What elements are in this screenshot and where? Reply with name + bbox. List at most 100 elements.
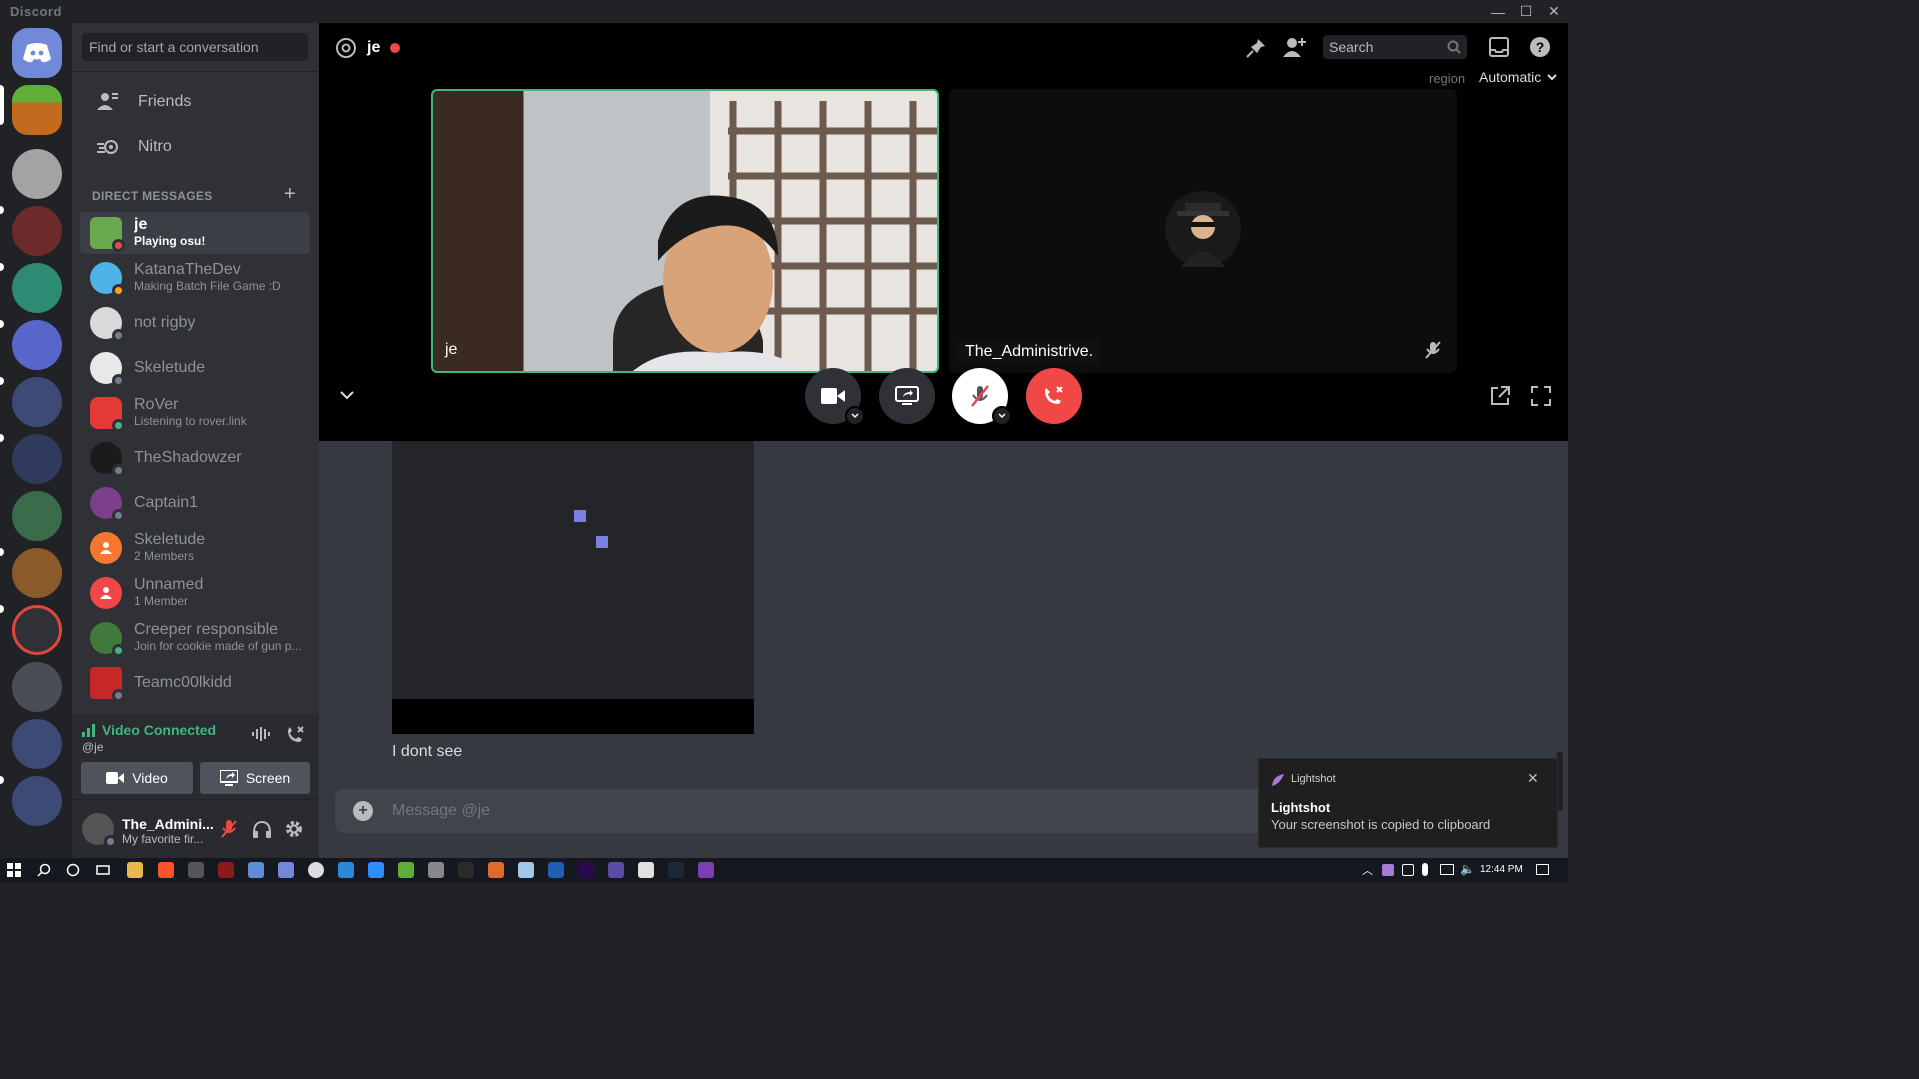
inbox-icon[interactable] bbox=[1489, 37, 1509, 62]
app-icon[interactable] bbox=[218, 862, 234, 878]
minimize-button[interactable]: — bbox=[1484, 0, 1512, 23]
close-window-button[interactable]: ✕ bbox=[1540, 0, 1568, 23]
server-minecraft[interactable] bbox=[12, 85, 62, 135]
disconnect-icon[interactable] bbox=[285, 726, 305, 749]
app-icon[interactable] bbox=[308, 862, 324, 878]
video-button[interactable]: Video bbox=[81, 762, 193, 794]
screen-share-icon bbox=[219, 770, 238, 786]
action-center-icon[interactable] bbox=[1536, 864, 1549, 875]
server-folder-2[interactable] bbox=[12, 434, 62, 484]
app-icon[interactable] bbox=[608, 862, 624, 878]
create-dm-button[interactable]: + bbox=[284, 183, 296, 206]
pin-icon[interactable] bbox=[1245, 37, 1267, 64]
video-tile-je[interactable]: je bbox=[431, 89, 939, 373]
dm-item[interactable]: Skeletude bbox=[80, 347, 310, 389]
clock[interactable]: 12:44 PM bbox=[1480, 864, 1523, 875]
app-icon[interactable] bbox=[488, 862, 504, 878]
conversation-search-input[interactable]: Find or start a conversation bbox=[82, 33, 308, 61]
voice-status-label: Video Connected bbox=[102, 722, 217, 738]
image-attachment[interactable] bbox=[392, 441, 754, 734]
toggle-mute-button[interactable] bbox=[952, 368, 1012, 426]
message-input[interactable]: Message @je bbox=[392, 802, 490, 820]
server-grey[interactable] bbox=[12, 149, 62, 199]
app-icon[interactable] bbox=[698, 862, 714, 878]
toast-close-icon[interactable]: ✕ bbox=[1527, 770, 1539, 787]
server-green[interactable] bbox=[12, 491, 62, 541]
brave-browser-icon[interactable] bbox=[158, 862, 174, 878]
chevron-down-icon[interactable] bbox=[992, 406, 1012, 426]
server-dark[interactable] bbox=[12, 662, 62, 712]
video-tile-administrive[interactable]: The_Administrive. bbox=[949, 89, 1457, 373]
steam-icon[interactable] bbox=[668, 862, 684, 878]
zoom-icon[interactable] bbox=[368, 862, 384, 878]
hang-up-button[interactable] bbox=[1026, 368, 1082, 424]
premiere-icon[interactable] bbox=[578, 862, 594, 878]
dm-item[interactable]: TheShadowzer bbox=[80, 437, 310, 479]
region-select[interactable]: Automatic bbox=[1479, 69, 1557, 85]
windows-start-icon[interactable] bbox=[7, 863, 21, 877]
help-icon[interactable]: ? bbox=[1529, 36, 1551, 63]
discord-taskbar-icon[interactable] bbox=[278, 862, 294, 878]
add-friend-icon[interactable] bbox=[1283, 36, 1307, 63]
tray-chevron-icon[interactable]: ︿ bbox=[1362, 862, 1373, 878]
group-icon bbox=[100, 587, 112, 599]
user-avatar[interactable] bbox=[82, 813, 117, 848]
server-folder-3[interactable] bbox=[12, 719, 62, 769]
screen-share-button[interactable]: Screen bbox=[200, 762, 310, 794]
collapse-chevron-icon[interactable] bbox=[339, 387, 355, 405]
dm-item[interactable]: Creeper responsible Join for cookie made … bbox=[80, 617, 310, 659]
mute-mic-icon[interactable] bbox=[220, 819, 238, 844]
noise-suppression-icon[interactable] bbox=[252, 726, 270, 747]
file-explorer-icon[interactable] bbox=[127, 862, 143, 878]
server-rail bbox=[0, 23, 72, 858]
task-view-icon[interactable] bbox=[96, 863, 110, 877]
server-red-target[interactable] bbox=[12, 605, 62, 655]
app-icon[interactable] bbox=[428, 862, 444, 878]
toggle-camera-button[interactable] bbox=[805, 368, 865, 426]
notification-toast[interactable]: Lightshot ✕ Lightshot Your screenshot is… bbox=[1258, 758, 1558, 848]
dm-item[interactable]: Teamc00lkidd bbox=[80, 662, 310, 704]
app-icon[interactable] bbox=[518, 862, 534, 878]
volume-tray-icon[interactable]: 🔈 bbox=[1460, 862, 1475, 876]
dm-item[interactable]: not rigby bbox=[80, 302, 310, 344]
popout-icon[interactable] bbox=[1489, 385, 1511, 412]
headphones-icon[interactable] bbox=[252, 819, 272, 844]
minecraft-icon[interactable] bbox=[398, 862, 414, 878]
server-folder-4[interactable] bbox=[12, 776, 62, 826]
dm-item[interactable]: Captain1 bbox=[80, 482, 310, 524]
app-icon[interactable] bbox=[338, 862, 354, 878]
app-icon[interactable] bbox=[638, 862, 654, 878]
lightshot-tray-icon[interactable] bbox=[1382, 864, 1394, 876]
server-teal[interactable] bbox=[12, 263, 62, 313]
call-search-input[interactable]: Search bbox=[1323, 35, 1467, 59]
server-brown[interactable] bbox=[12, 548, 62, 598]
network-tray-icon[interactable] bbox=[1440, 864, 1454, 875]
dm-item[interactable]: Unnamed 1 Member bbox=[80, 572, 310, 614]
tray-icon[interactable] bbox=[1402, 864, 1414, 876]
server-mixed[interactable] bbox=[12, 206, 62, 256]
app-icon[interactable] bbox=[188, 862, 204, 878]
search-icon[interactable] bbox=[37, 863, 51, 877]
add-attachment-icon[interactable]: + bbox=[353, 801, 373, 821]
fullscreen-icon[interactable] bbox=[1530, 385, 1552, 412]
dm-item[interactable]: je Playing osu! bbox=[80, 212, 310, 254]
cortana-icon[interactable] bbox=[66, 863, 80, 877]
dm-item[interactable]: Skeletude 2 Members bbox=[80, 527, 310, 569]
server-blurple[interactable] bbox=[12, 320, 62, 370]
app-icon[interactable] bbox=[248, 862, 264, 878]
share-screen-button[interactable] bbox=[879, 368, 935, 424]
home-button[interactable] bbox=[12, 28, 62, 78]
dm-item[interactable]: KatanaTheDev Making Batch File Game :D bbox=[80, 257, 310, 299]
nav-friends[interactable]: Friends bbox=[80, 81, 310, 123]
maximize-button[interactable]: ☐ bbox=[1512, 0, 1540, 23]
chevron-down-icon[interactable] bbox=[845, 406, 865, 426]
app-icon[interactable] bbox=[458, 862, 474, 878]
microphone-tray-icon[interactable] bbox=[1422, 863, 1428, 876]
group-avatar bbox=[90, 532, 122, 564]
server-folder[interactable] bbox=[12, 377, 62, 427]
dm-name: not rigby bbox=[134, 315, 196, 331]
dm-item[interactable]: RoVer Listening to rover.link bbox=[80, 392, 310, 434]
settings-gear-icon[interactable] bbox=[284, 819, 304, 844]
nav-nitro[interactable]: Nitro bbox=[80, 126, 310, 168]
app-icon[interactable] bbox=[548, 862, 564, 878]
